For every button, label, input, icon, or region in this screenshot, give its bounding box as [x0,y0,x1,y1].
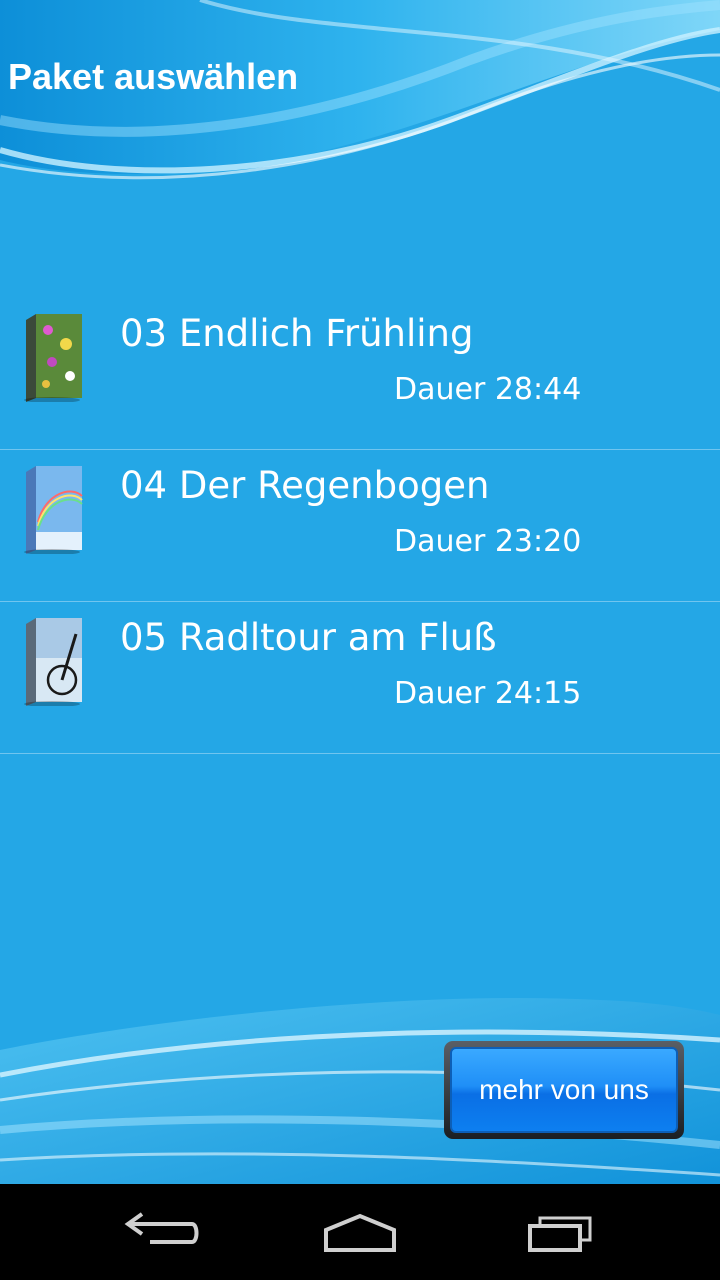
more-button-face: mehr von uns [450,1047,678,1133]
package-list: 03 Endlich Frühling Dauer 28:44 04 Der R… [0,298,720,754]
package-duration: Dauer 23:20 [394,524,582,559]
home-icon[interactable] [320,1202,400,1262]
recents-icon[interactable] [520,1202,600,1262]
package-title: 05 Radltour am Fluß [120,616,497,659]
list-item[interactable]: 05 Radltour am Fluß Dauer 24:15 [0,602,720,754]
list-item[interactable]: 04 Der Regenbogen Dauer 23:20 [0,450,720,602]
bicycle-cover-icon [24,618,82,706]
package-title: 03 Endlich Frühling [120,312,474,355]
rainbow-cover-icon [24,466,83,554]
more-from-us-button[interactable]: mehr von uns [444,1041,684,1139]
header-wave-background [0,0,720,200]
package-duration: Dauer 28:44 [394,372,582,407]
more-button-label: mehr von uns [479,1074,649,1105]
page-title: Paket auswählen [8,56,299,97]
navigation-bar [0,1184,720,1280]
package-title: 04 Der Regenbogen [120,464,490,507]
package-duration: Dauer 24:15 [394,676,582,711]
list-item[interactable]: 03 Endlich Frühling Dauer 28:44 [0,298,720,450]
spring-cover-icon [24,314,82,402]
back-icon[interactable] [120,1202,200,1262]
